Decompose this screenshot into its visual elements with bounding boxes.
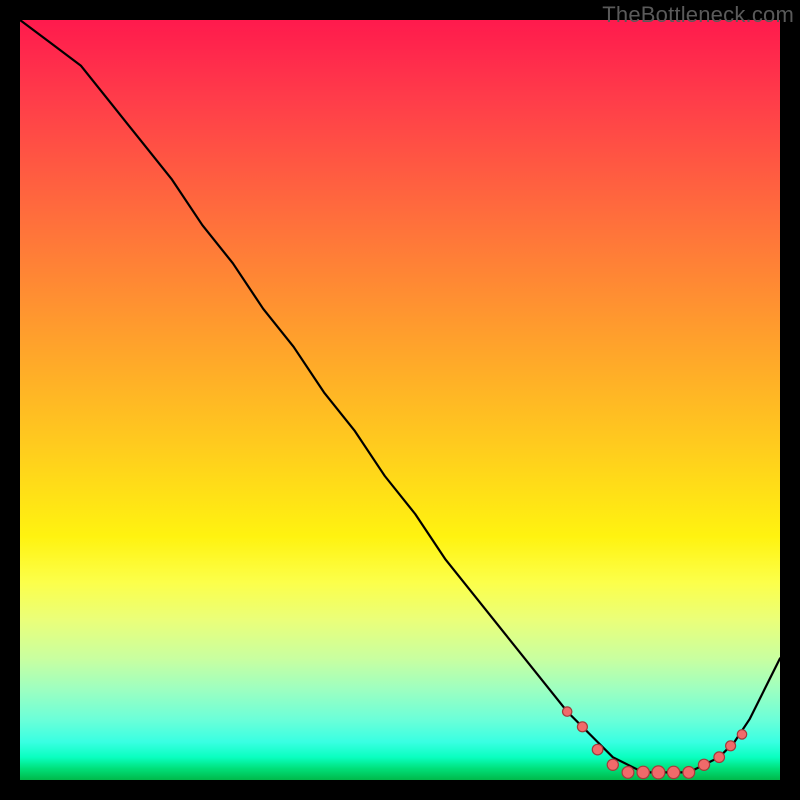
highlight-dot bbox=[714, 752, 725, 763]
highlight-dot bbox=[592, 744, 603, 755]
bottleneck-curve bbox=[20, 20, 780, 772]
highlight-dot bbox=[698, 759, 709, 770]
highlight-dot bbox=[737, 730, 746, 739]
highlight-dot bbox=[652, 766, 665, 779]
watermark-text: TheBottleneck.com bbox=[602, 2, 794, 28]
highlight-dot bbox=[637, 766, 649, 778]
highlight-dot bbox=[577, 722, 587, 732]
curve-layer bbox=[20, 20, 780, 780]
plot-area bbox=[20, 20, 780, 780]
highlight-dots bbox=[563, 707, 747, 779]
highlight-dot bbox=[607, 759, 618, 770]
highlight-dot bbox=[726, 741, 736, 751]
chart-stage: TheBottleneck.com bbox=[0, 0, 800, 800]
highlight-dot bbox=[563, 707, 572, 716]
highlight-dot bbox=[667, 766, 679, 778]
highlight-dot bbox=[683, 767, 695, 779]
highlight-dot bbox=[622, 767, 634, 779]
